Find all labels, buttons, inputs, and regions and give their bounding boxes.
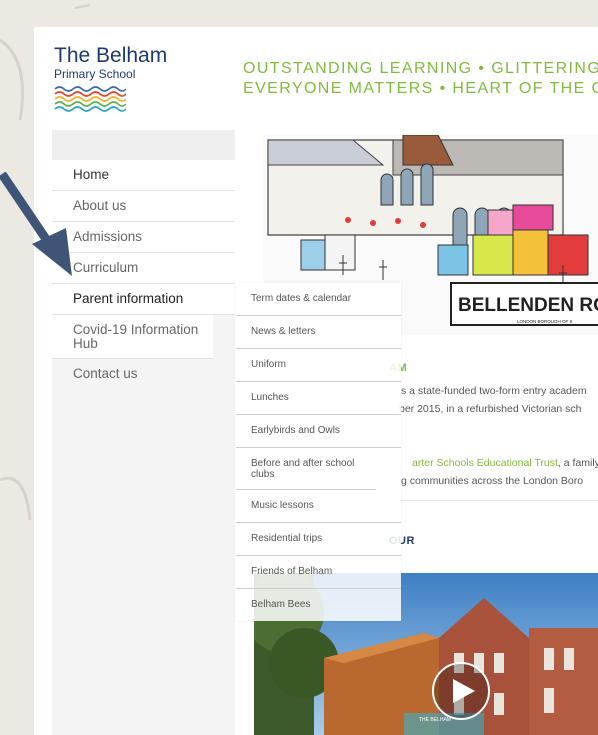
school-logo[interactable]: The Belham Primary School xyxy=(54,45,174,113)
nav-item-admissions[interactable]: Admissions xyxy=(52,222,235,253)
submenu-item-uniform[interactable]: Uniform xyxy=(236,349,401,382)
tagline-line-2: EVERYONE MATTERS • HEART OF THE CO xyxy=(243,80,598,97)
trust-paragraph-line-1: arter Schools Educational Trust, a famil… xyxy=(412,455,598,472)
logo-title: The Belham xyxy=(54,44,168,67)
main-navigation: Home About us Admissions Curriculum Pare… xyxy=(52,130,235,735)
nav-item-parent-information[interactable]: Parent information xyxy=(52,284,235,315)
submenu-item-residential-trips[interactable]: Residential trips xyxy=(236,523,401,556)
nav-item-home[interactable]: Home xyxy=(52,160,235,191)
trust-paragraph-line-2: g communities across the London Boro xyxy=(401,475,584,487)
street-sign-subtext: LONDON BOROUGH OF S xyxy=(517,319,573,324)
nav-item-contact-us[interactable]: Contact us xyxy=(52,359,235,389)
submenu-item-term-dates[interactable]: Term dates & calendar xyxy=(236,283,401,316)
nav-item-covid-hub[interactable]: Covid-19 Information Hub xyxy=(52,315,213,359)
school-tagline: OUTSTANDING LEARNING • GLITTERING CU EVE… xyxy=(243,59,598,99)
logo-subtitle: Primary School xyxy=(54,67,136,81)
logo-waves-icon xyxy=(54,86,126,112)
submenu-item-belham-bees[interactable]: Belham Bees xyxy=(236,589,401,621)
tagline-line-1: OUTSTANDING LEARNING • GLITTERING CU xyxy=(243,60,598,77)
submenu-item-lunches[interactable]: Lunches xyxy=(236,382,401,415)
submenu-item-friends-of-belham[interactable]: Friends of Belham xyxy=(236,556,401,589)
intro-paragraph-line-2: ber 2015, in a refurbished Victorian sch xyxy=(399,403,582,415)
trust-link[interactable]: arter Schools Educational Trust xyxy=(412,457,558,469)
trust-paragraph-tail: , a family xyxy=(557,457,598,469)
submenu-item-news-letters[interactable]: News & letters xyxy=(236,316,401,349)
submenu-item-music-lessons[interactable]: Music lessons xyxy=(236,490,401,523)
street-sign-text: BELLENDEN RO xyxy=(458,295,598,316)
nav-item-about-us[interactable]: About us xyxy=(52,191,235,222)
web-page: The Belham Primary School OUTSTANDING LE… xyxy=(34,27,598,735)
submenu-item-before-after-clubs[interactable]: Before and after school clubs xyxy=(236,448,376,490)
submenu-item-earlybirds-owls[interactable]: Earlybirds and Owls xyxy=(236,415,401,448)
intro-paragraph-line-1: s a state-funded two-form entry academ xyxy=(401,385,587,397)
building-sign-text: THE BELHAM xyxy=(419,717,451,723)
nav-header-bar xyxy=(52,130,235,160)
nav-item-curriculum[interactable]: Curriculum xyxy=(52,253,235,284)
parent-information-submenu: Term dates & calendar News & letters Uni… xyxy=(236,283,401,621)
